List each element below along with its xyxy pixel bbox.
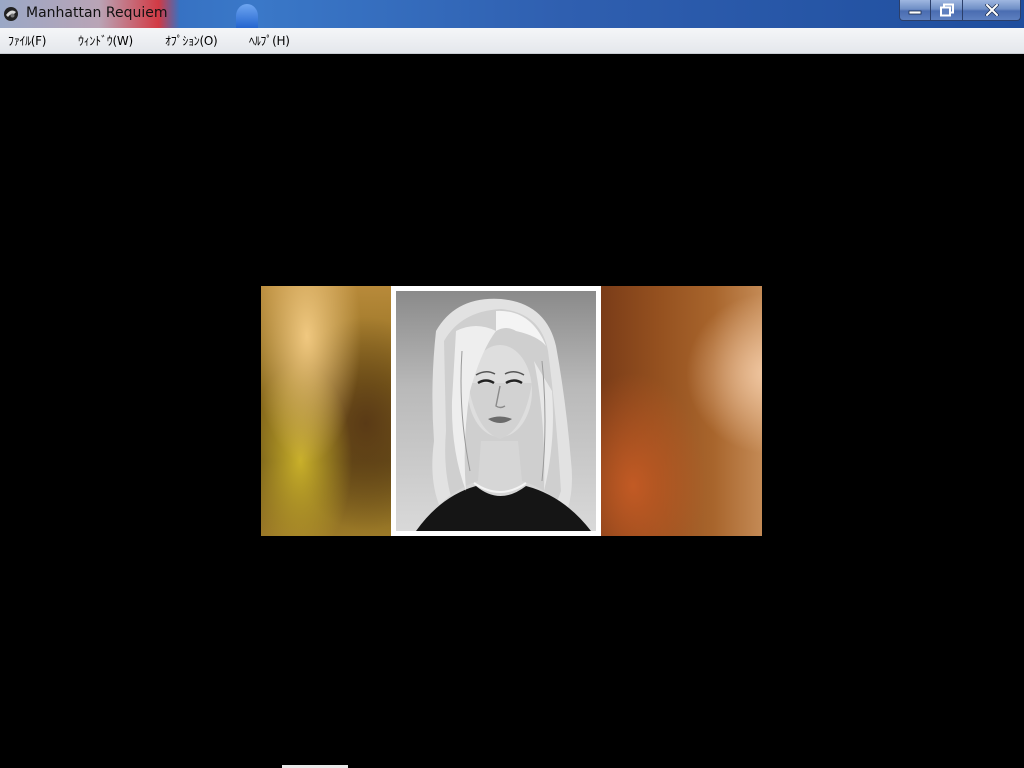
woman-portrait <box>396 291 596 531</box>
portrait-illustration <box>416 298 591 531</box>
menu-window[interactable]: ｳｨﾝﾄﾞｳ(W) <box>76 32 135 49</box>
menu-help[interactable]: ﾍﾙﾌﾟ(H) <box>247 32 292 49</box>
restore-icon <box>939 3 954 17</box>
minimize-icon <box>908 10 922 15</box>
menu-options[interactable]: ｵﾌﾟｼｮﾝ(O) <box>163 32 219 49</box>
game-window: Manhattan Requiem ﾌｧｲﾙ(F) ｳｨﾝﾄﾞｳ(W) ｵﾌﾟｼ… <box>0 0 1024 768</box>
scene-right-panel <box>601 286 762 536</box>
title-bar[interactable]: Manhattan Requiem <box>0 0 1024 28</box>
restore-button[interactable] <box>931 0 963 21</box>
portrait-frame <box>391 286 601 536</box>
menu-bar: ﾌｧｲﾙ(F) ｳｨﾝﾄﾞｳ(W) ｵﾌﾟｼｮﾝ(O) ﾍﾙﾌﾟ(H) <box>0 28 1024 54</box>
app-icon[interactable] <box>3 6 19 22</box>
scene-left-panel <box>261 286 392 536</box>
title-bar-highlight <box>236 4 258 28</box>
game-screen[interactable] <box>0 55 1024 768</box>
minimize-button[interactable] <box>899 0 931 21</box>
close-button[interactable] <box>963 0 1021 21</box>
close-icon <box>984 4 999 16</box>
menu-file[interactable]: ﾌｧｲﾙ(F) <box>6 32 48 49</box>
window-title: Manhattan Requiem <box>26 5 168 21</box>
title-scene <box>261 286 762 536</box>
caption-buttons <box>899 0 1021 22</box>
